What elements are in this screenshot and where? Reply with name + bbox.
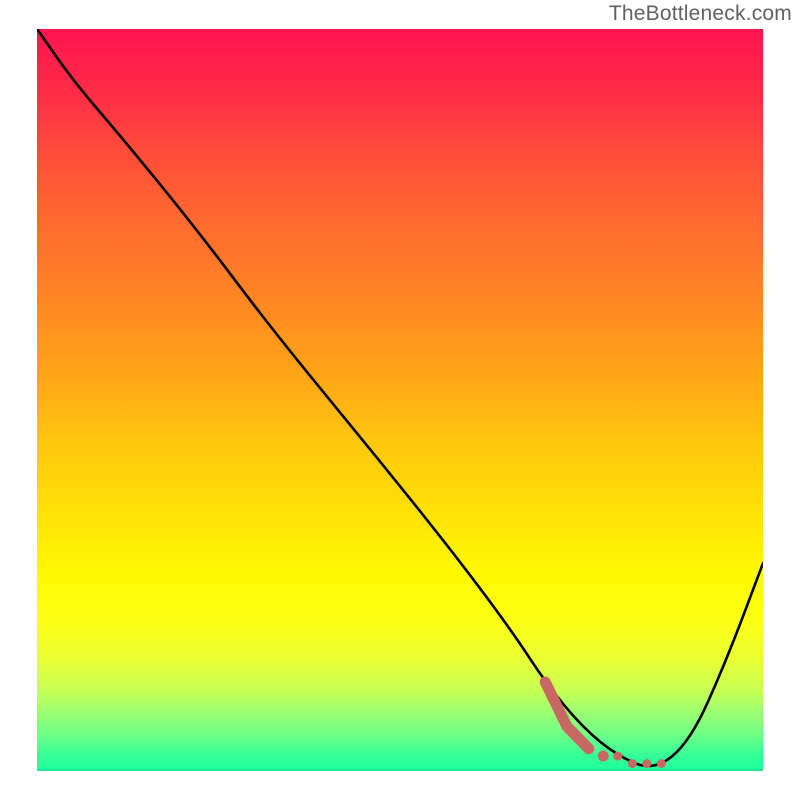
chart-container: TheBottleneck.com <box>0 0 800 800</box>
optimal-region-markers <box>545 682 666 768</box>
bottleneck-curve <box>37 29 763 766</box>
marker-dot <box>598 751 609 762</box>
plot-svg <box>37 29 763 771</box>
marker-dot <box>583 743 594 754</box>
marker-dot <box>613 752 622 761</box>
watermark-text: TheBottleneck.com <box>609 2 792 26</box>
marker-dot <box>628 759 637 768</box>
marker-dot <box>657 759 666 768</box>
plot-area <box>37 29 763 771</box>
marker-stroke <box>545 682 589 749</box>
marker-dot <box>642 759 651 768</box>
